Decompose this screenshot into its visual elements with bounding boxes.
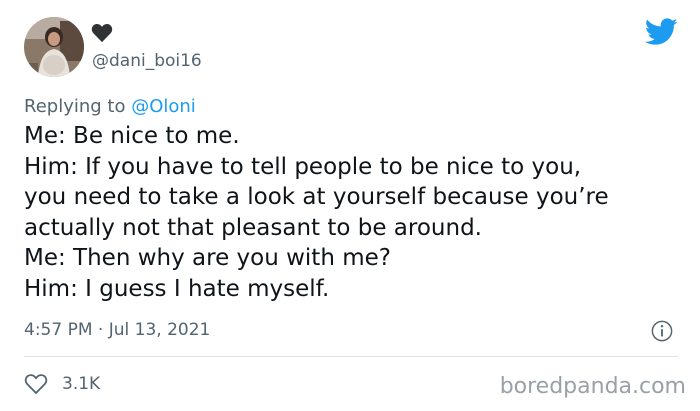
profile-photo-icon <box>24 17 84 77</box>
tweet-line: Me: Be nice to me. <box>24 123 240 149</box>
tweet-card: @dani_boi16 Replying to @Oloni Me: Be ni… <box>0 0 700 411</box>
watermark: boredpanda.com <box>499 374 686 399</box>
heart-icon <box>91 24 113 43</box>
tweet-timestamp[interactable]: 4:57 PM · Jul 13, 2021 <box>24 319 210 341</box>
divider <box>24 356 678 357</box>
twitter-bird-icon[interactable] <box>645 18 678 46</box>
like-count: 3.1K <box>62 374 101 394</box>
info-icon[interactable] <box>651 320 673 342</box>
reply-context: Replying to @Oloni <box>24 96 196 118</box>
tweet-line: Him: I guess I hate myself. <box>24 275 330 302</box>
reply-prefix: Replying to <box>24 96 126 117</box>
reply-mention-link[interactable]: @Oloni <box>131 96 196 117</box>
tweet-line: you need to take a look at yourself beca… <box>24 184 609 211</box>
tweet-line: Him: If you have to tell people to be ni… <box>24 153 582 180</box>
tweet-line: Me: Then why are you with me? <box>24 245 391 272</box>
avatar[interactable] <box>24 17 84 77</box>
heart-outline-icon <box>24 374 48 394</box>
tweet-line: actually not that pleasant to be around. <box>24 214 482 241</box>
tweet-text: Me: Be nice to me. Him: If you have to t… <box>24 121 684 305</box>
like-button[interactable]: 3.1K <box>24 372 100 396</box>
author-handle[interactable]: @dani_boi16 <box>92 50 202 72</box>
